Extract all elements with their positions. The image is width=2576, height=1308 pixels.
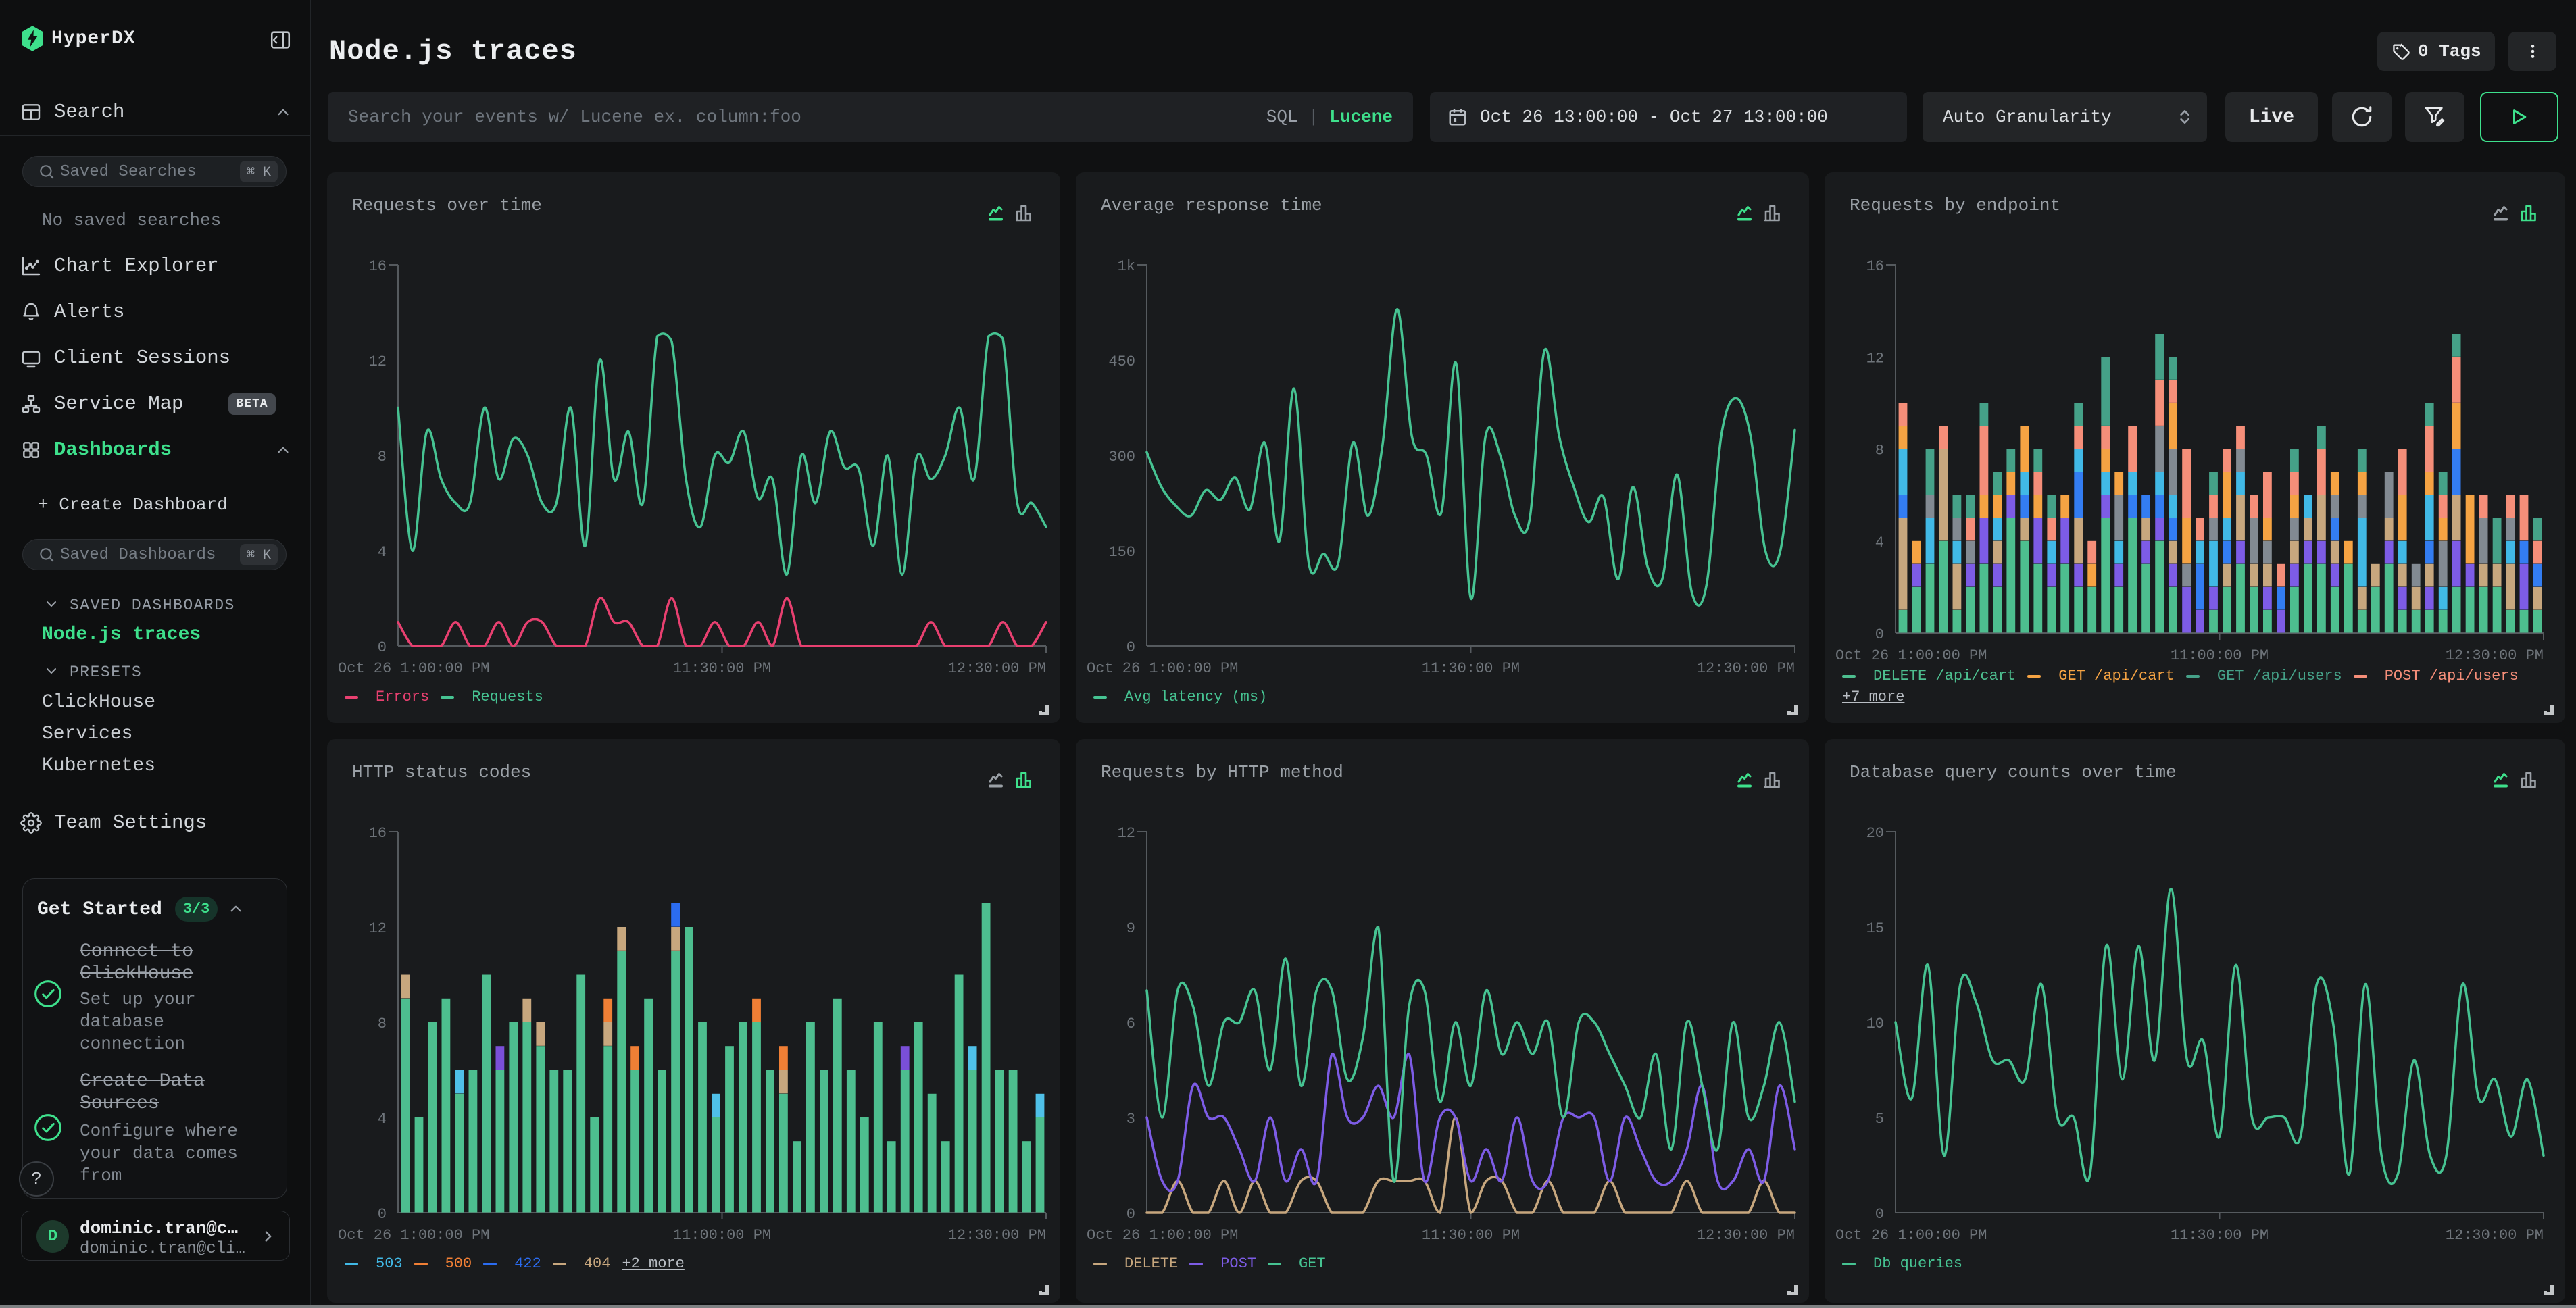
- svg-text:16: 16: [369, 258, 387, 275]
- svg-text:0: 0: [378, 1206, 387, 1223]
- svg-text:0: 0: [1126, 1206, 1135, 1223]
- svg-text:6: 6: [1126, 1015, 1135, 1032]
- svg-text:3: 3: [1126, 1111, 1135, 1128]
- svg-text:11:30:00 PM: 11:30:00 PM: [673, 660, 771, 677]
- svg-text:0: 0: [1875, 626, 1884, 643]
- svg-text:16: 16: [1866, 258, 1884, 275]
- svg-text:1k: 1k: [1118, 258, 1135, 275]
- svg-text:16: 16: [369, 825, 387, 842]
- svg-text:Oct 26 1:00:00 PM: Oct 26 1:00:00 PM: [1835, 647, 1987, 664]
- svg-text:12: 12: [1866, 350, 1884, 367]
- svg-text:12:30:00 PM: 12:30:00 PM: [1697, 1227, 1795, 1244]
- svg-text:4: 4: [378, 544, 387, 561]
- svg-text:12:30:00 PM: 12:30:00 PM: [2446, 1227, 2544, 1244]
- svg-text:Oct 26 1:00:00 PM: Oct 26 1:00:00 PM: [338, 660, 489, 677]
- svg-text:9: 9: [1126, 920, 1135, 937]
- svg-text:0: 0: [1875, 1206, 1884, 1223]
- svg-text:11:30:00 PM: 11:30:00 PM: [2171, 1227, 2269, 1244]
- svg-text:Oct 26 1:00:00 PM: Oct 26 1:00:00 PM: [338, 1227, 489, 1244]
- svg-text:0: 0: [1126, 639, 1135, 656]
- svg-text:8: 8: [1875, 443, 1884, 459]
- svg-text:4: 4: [1875, 534, 1884, 551]
- svg-text:0: 0: [378, 639, 387, 656]
- svg-text:11:30:00 PM: 11:30:00 PM: [1422, 1227, 1520, 1244]
- svg-text:10: 10: [1866, 1015, 1884, 1032]
- svg-text:450: 450: [1108, 353, 1135, 370]
- svg-text:8: 8: [378, 449, 387, 466]
- svg-text:11:30:00 PM: 11:30:00 PM: [1422, 660, 1520, 677]
- svg-text:12:30:00 PM: 12:30:00 PM: [2446, 647, 2544, 664]
- svg-text:300: 300: [1108, 449, 1135, 466]
- svg-text:12:30:00 PM: 12:30:00 PM: [948, 660, 1046, 677]
- svg-text:12:30:00 PM: 12:30:00 PM: [1697, 660, 1795, 677]
- svg-text:12: 12: [369, 920, 387, 937]
- svg-text:12:30:00 PM: 12:30:00 PM: [948, 1227, 1046, 1244]
- svg-text:11:00:00 PM: 11:00:00 PM: [2171, 647, 2269, 664]
- svg-text:8: 8: [378, 1015, 387, 1032]
- svg-text:4: 4: [378, 1111, 387, 1128]
- svg-text:5: 5: [1875, 1111, 1884, 1128]
- svg-text:Oct 26 1:00:00 PM: Oct 26 1:00:00 PM: [1087, 1227, 1238, 1244]
- svg-text:12: 12: [1118, 825, 1135, 842]
- svg-text:11:00:00 PM: 11:00:00 PM: [673, 1227, 771, 1244]
- svg-text:15: 15: [1866, 920, 1884, 937]
- svg-text:150: 150: [1108, 544, 1135, 561]
- svg-text:Oct 26 1:00:00 PM: Oct 26 1:00:00 PM: [1835, 1227, 1987, 1244]
- svg-text:12: 12: [369, 353, 387, 370]
- svg-text:20: 20: [1866, 825, 1884, 842]
- svg-text:Oct 26 1:00:00 PM: Oct 26 1:00:00 PM: [1087, 660, 1238, 677]
